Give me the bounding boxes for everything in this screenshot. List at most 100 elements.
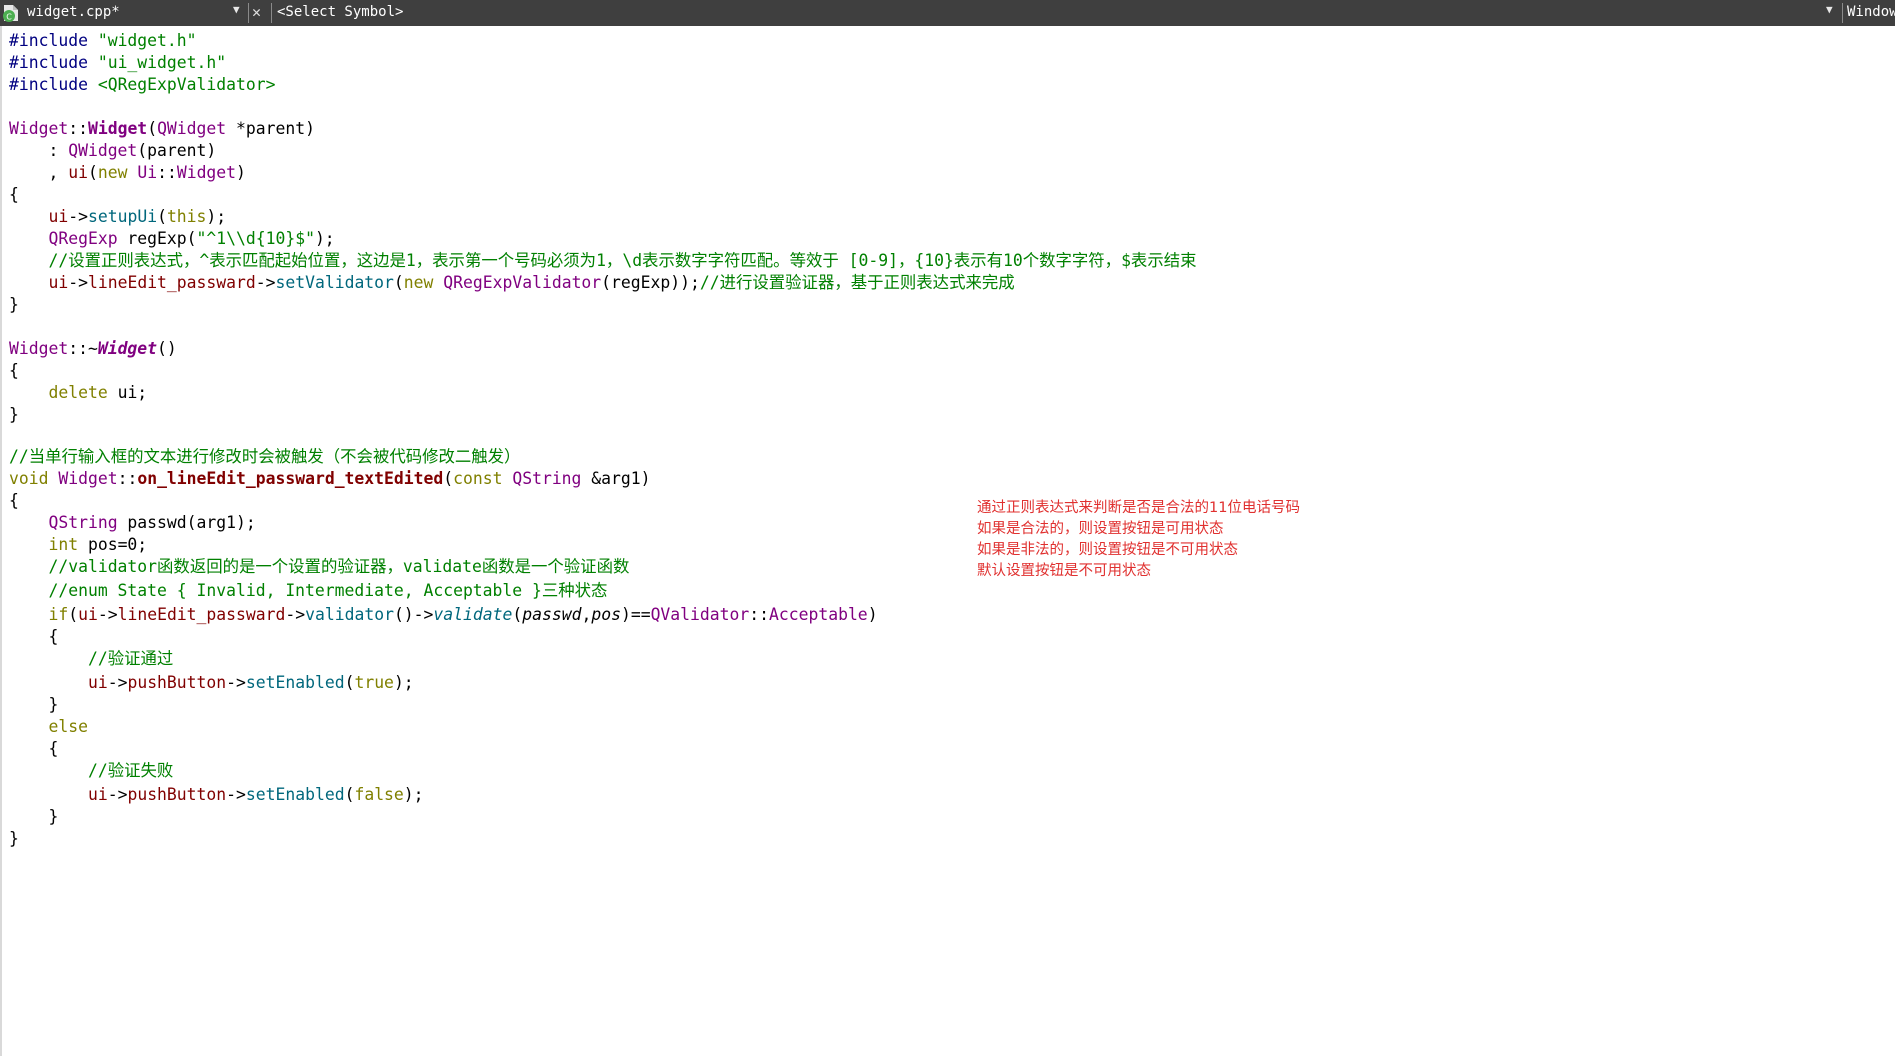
slot-function-name: on_lineEdit_passward_textEdited: [137, 469, 444, 488]
file-selector-label[interactable]: widget.cpp*: [27, 4, 120, 20]
code-comment: //validator函数返回的是一个设置的验证器，validate函数是一个验…: [48, 557, 630, 576]
call-chain: ()->: [393, 605, 434, 624]
class-name: Widget: [9, 119, 69, 138]
statement-rest: passwd(arg1);: [117, 513, 256, 532]
arrow-operator: ->: [226, 673, 246, 692]
arrow-operator: ->: [97, 605, 118, 624]
file-dropdown-icon[interactable]: ▼: [233, 3, 240, 16]
base-args: (parent): [137, 141, 217, 160]
symbol-selector-label[interactable]: <Select Symbol>: [277, 4, 403, 20]
code-line: #include "ui_widget.h": [9, 52, 226, 74]
code-comment: //当单行输入框的文本进行修改时会被触发（不会被代码修改二触发）: [9, 447, 521, 466]
arrow-operator: ->: [68, 207, 88, 226]
code-line: ui->lineEdit_passward->setValidator(new …: [9, 272, 1014, 294]
function-name: setupUi: [87, 207, 158, 226]
member-name: ui: [78, 605, 98, 624]
parens: (): [157, 339, 177, 358]
keyword-true: true: [354, 673, 394, 692]
param-name: &arg1): [581, 469, 651, 488]
code-line: //验证通过: [9, 648, 173, 670]
annotation-line: 通过正则表达式来判断是否是合法的11位电话号码: [977, 500, 1300, 516]
preprocessor-directive: #include: [9, 53, 88, 72]
code-line: : QWidget(parent): [9, 140, 216, 162]
code-line: QRegExp regExp("^1\\d{10}$");: [9, 228, 334, 250]
member-name: pushButton: [127, 785, 227, 804]
member-name: ui: [48, 273, 69, 292]
comma: ,: [581, 605, 592, 624]
include-file: "ui_widget.h": [97, 53, 227, 72]
code-line: else: [9, 716, 87, 738]
code-line: ui->pushButton->setEnabled(false);: [9, 784, 424, 806]
namespace-name: Ui: [137, 163, 158, 182]
member-name: pushButton: [127, 673, 227, 692]
annotation-line: 默认设置按钮是不可用状态: [977, 563, 1151, 579]
class-name: QValidator: [650, 605, 750, 624]
scope-operator: ::: [117, 469, 138, 488]
code-line: }: [9, 695, 59, 714]
preprocessor-directive: #include: [9, 31, 88, 50]
keyword-this: this: [166, 207, 207, 226]
include-file: <QRegExpValidator>: [97, 75, 276, 94]
code-line: #include "widget.h": [9, 30, 197, 52]
svg-text:C: C: [6, 13, 12, 22]
member-name: ui: [87, 673, 108, 692]
scope-operator: ::~: [68, 339, 98, 358]
close-document-icon[interactable]: ✕: [252, 3, 261, 21]
cpp-file-icon: C: [3, 5, 18, 22]
arrow-operator: ->: [107, 785, 128, 804]
code-line: //当单行输入框的文本进行修改时会被触发（不会被代码修改二触发）: [9, 446, 520, 468]
paren-close: ): [305, 119, 315, 138]
include-file: "widget.h": [97, 31, 197, 50]
param-type: QWidget: [157, 119, 227, 138]
code-line: }: [9, 807, 59, 826]
keyword-new: new: [403, 273, 434, 292]
keyword-delete: delete: [48, 383, 108, 402]
paren-close: );: [393, 673, 414, 692]
keyword-if: if: [48, 605, 69, 624]
class-name: Widget: [9, 339, 69, 358]
code-line: delete ui;: [9, 382, 147, 404]
code-line: //enum State { Invalid, Intermediate, Ac…: [9, 580, 607, 602]
keyword-void: void: [9, 469, 49, 488]
code-line: ui->pushButton->setEnabled(true);: [9, 672, 414, 694]
function-name: setEnabled: [245, 785, 345, 804]
paren-open: (: [393, 273, 404, 292]
paren-open: (: [344, 785, 355, 804]
initializer-prefix: :: [9, 141, 69, 160]
paren-close: );: [403, 785, 424, 804]
symbol-dropdown-icon[interactable]: ▼: [1826, 3, 1833, 16]
code-line: }: [9, 295, 19, 314]
code-line: {: [9, 627, 59, 646]
paren-open: (: [87, 163, 98, 182]
code-line: int pos=0;: [9, 534, 147, 556]
code-line: }: [9, 829, 19, 848]
code-line: }: [9, 405, 19, 424]
scope-operator: ::: [68, 119, 88, 138]
class-name: Widget: [58, 469, 118, 488]
arrow-operator: ->: [226, 785, 246, 804]
type-name: QString: [48, 513, 118, 532]
annotation-note: 通过正则表达式来判断是否是合法的11位电话号码 如果是合法的，则设置按钮是可用状…: [977, 498, 1300, 582]
code-line: //validator函数返回的是一个设置的验证器，validate函数是一个验…: [9, 556, 629, 578]
enum-value: Acceptable: [769, 605, 868, 624]
toolbar-divider: [1842, 3, 1843, 23]
code-editor[interactable]: #include "widget.h" #include "ui_widget.…: [0, 26, 1895, 1056]
arrow-operator: ->: [255, 273, 276, 292]
window-menu-label[interactable]: Window: [1847, 4, 1895, 20]
paren-open: (: [68, 605, 79, 624]
code-comment: //验证通过: [87, 649, 174, 668]
code-line: if(ui->lineEdit_passward->validator()->v…: [9, 604, 877, 626]
code-line: Widget::Widget(QWidget *parent): [9, 118, 315, 140]
paren-open: (: [443, 469, 454, 488]
code-line: void Widget::on_lineEdit_passward_textEd…: [9, 468, 651, 490]
destructor-name: Widget: [97, 339, 158, 358]
